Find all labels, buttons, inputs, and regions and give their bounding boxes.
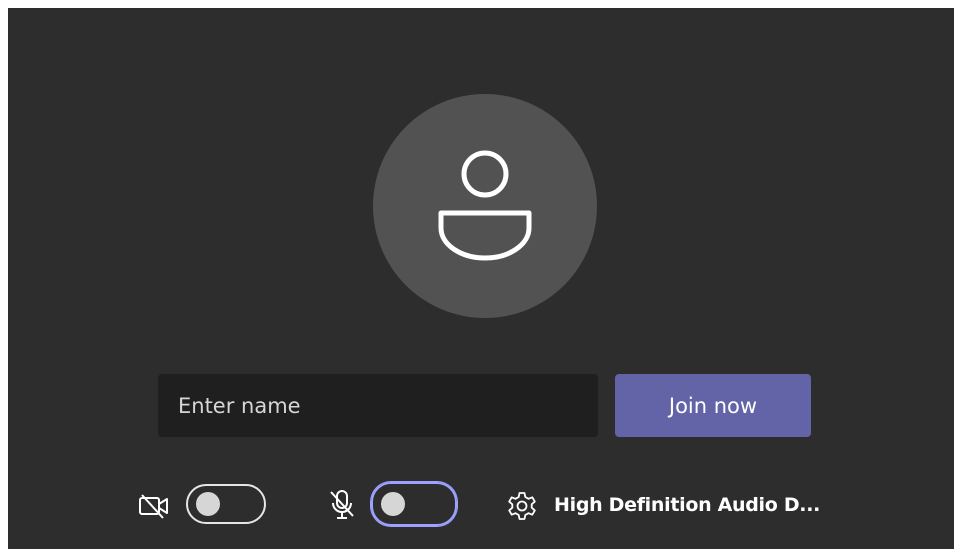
- mic-toggle-icon-button[interactable]: [324, 486, 360, 524]
- audio-device-label[interactable]: High Definition Audio D...: [554, 494, 820, 516]
- gear-icon: [508, 492, 536, 520]
- name-input[interactable]: [158, 374, 598, 437]
- camera-toggle-icon-button[interactable]: [136, 488, 172, 524]
- join-now-button[interactable]: Join now: [615, 374, 811, 437]
- mic-off-icon: [330, 490, 354, 519]
- person-icon: [438, 150, 532, 261]
- mic-toggle[interactable]: [371, 482, 457, 526]
- camera-toggle-knob: [196, 492, 220, 516]
- device-settings-button[interactable]: [504, 488, 540, 524]
- mic-toggle-knob: [381, 492, 405, 516]
- avatar: [373, 94, 597, 318]
- camera-off-icon: [139, 494, 168, 519]
- camera-toggle[interactable]: [186, 484, 266, 524]
- prejoin-screen: Join now High Definition Audio D...: [8, 8, 954, 549]
